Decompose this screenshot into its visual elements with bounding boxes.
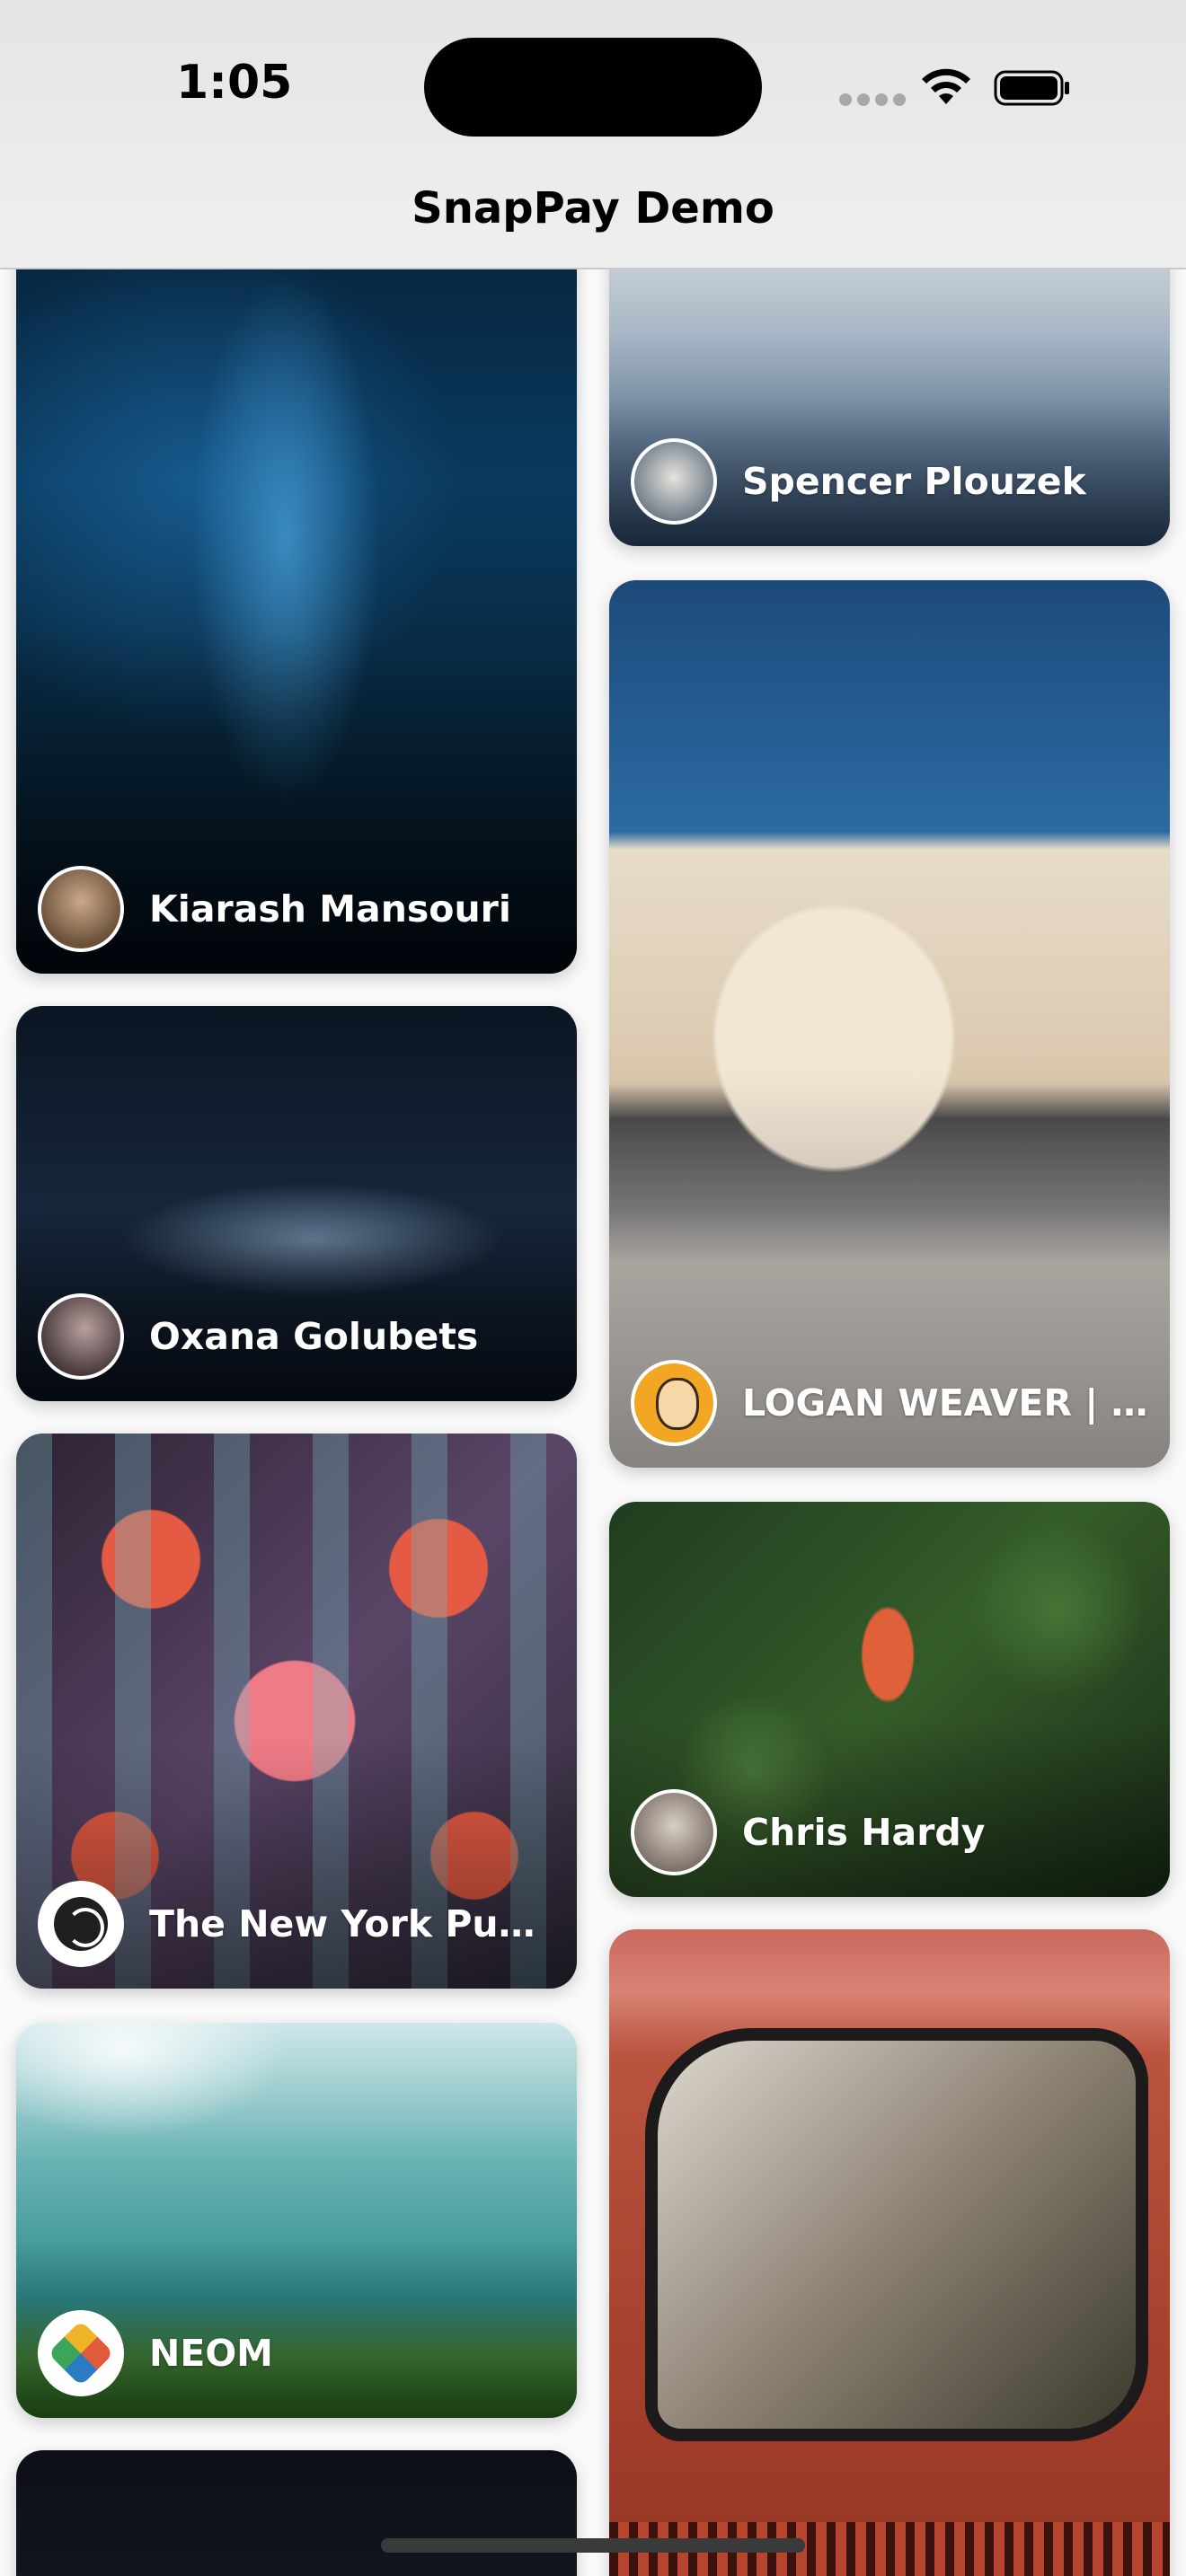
photo-card[interactable]: The New York Public... <box>16 1434 577 1989</box>
author-name: The New York Public... <box>149 1902 555 1945</box>
author-name: Kiarash Mansouri <box>149 887 511 931</box>
photo-author: The New York Public... <box>38 1881 555 1967</box>
photo-image <box>16 2450 577 2576</box>
author-avatar[interactable] <box>38 1293 124 1380</box>
home-indicator[interactable] <box>381 2538 805 2553</box>
photo-author: Kiarash Mansouri <box>38 866 555 952</box>
author-avatar[interactable] <box>38 1881 124 1967</box>
wifi-icon <box>922 68 970 104</box>
cellular-dots-icon <box>839 93 906 106</box>
photo-author: Chris Hardy <box>631 1789 1148 1875</box>
author-name: Chris Hardy <box>742 1811 986 1854</box>
author-name: Spencer Plouzek <box>742 460 1086 503</box>
author-name: LOGAN WEAVER | @... <box>742 1381 1148 1425</box>
photo-card[interactable]: LOGAN WEAVER | @... <box>609 580 1170 1468</box>
photo-card[interactable]: Kiarash Mansouri <box>16 216 577 974</box>
status-time: 1:05 <box>176 56 293 110</box>
photo-card[interactable]: NEOM <box>16 2023 577 2418</box>
screen: Kiarash Mansouri Oxana Golubets The New … <box>0 0 1186 2576</box>
author-avatar[interactable] <box>38 2310 124 2396</box>
page-title: SnapPay Demo <box>412 183 774 234</box>
photo-author: LOGAN WEAVER | @... <box>631 1360 1148 1446</box>
author-name: NEOM <box>149 2332 273 2375</box>
author-avatar[interactable] <box>631 1789 717 1875</box>
photo-author: NEOM <box>38 2310 555 2396</box>
photo-card[interactable] <box>16 2450 577 2576</box>
photo-author: Spencer Plouzek <box>631 438 1148 525</box>
car-window <box>645 2028 1148 2441</box>
battery-icon <box>994 70 1069 106</box>
author-avatar[interactable] <box>38 866 124 952</box>
author-name: Oxana Golubets <box>149 1315 479 1358</box>
author-avatar[interactable] <box>631 438 717 525</box>
photo-card[interactable] <box>609 1929 1170 2576</box>
dynamic-island <box>424 38 762 137</box>
navigation-bar: 1:05 SnapPay Demo <box>0 0 1186 269</box>
photo-image <box>609 1929 1170 2576</box>
photo-author: Oxana Golubets <box>38 1293 555 1380</box>
photo-feed[interactable]: Kiarash Mansouri Oxana Golubets The New … <box>0 0 1186 2576</box>
photo-card[interactable]: Chris Hardy <box>609 1502 1170 1897</box>
author-avatar[interactable] <box>631 1360 717 1446</box>
photo-card[interactable]: Oxana Golubets <box>16 1006 577 1401</box>
